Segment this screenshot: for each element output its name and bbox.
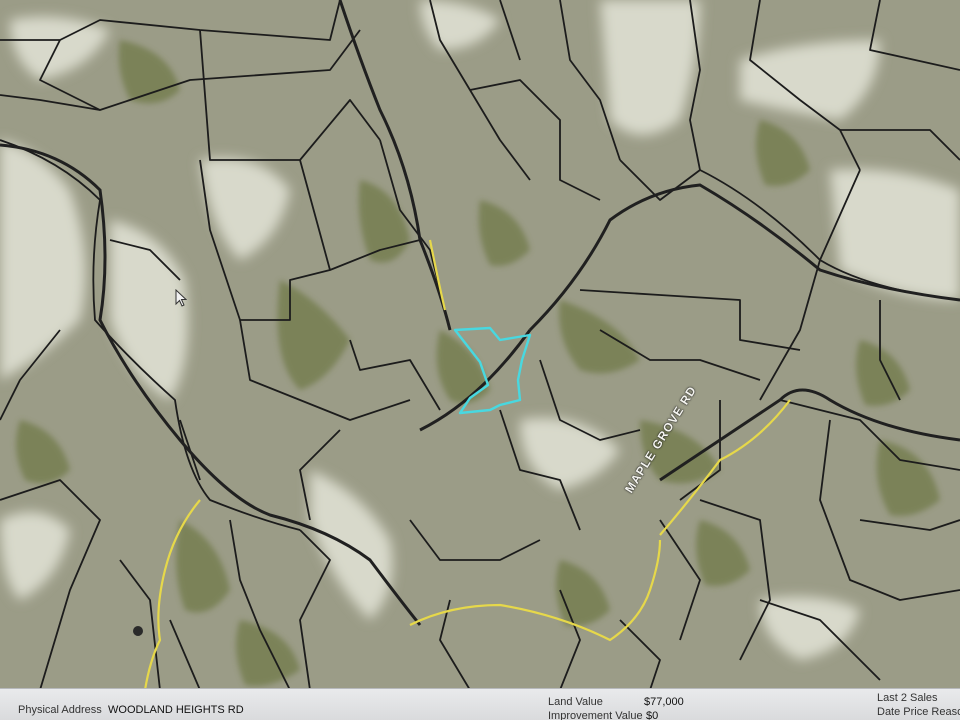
land-value-label: Land Value [548, 696, 603, 708]
marker-dot [133, 626, 143, 636]
land-value: $77,000 [644, 696, 684, 708]
improvement-value-label: Improvement Value [548, 710, 643, 720]
mouse-pointer-icon [175, 289, 187, 307]
property-info-bar: Physical Address WOODLAND HEIGHTS RD Lan… [0, 688, 960, 720]
last-sales-label: Last 2 Sales [877, 692, 938, 704]
address-value: WOODLAND HEIGHTS RD [108, 704, 244, 716]
aerial-parcel-map[interactable] [0, 0, 960, 690]
map-viewer[interactable]: MAPLE GROVE RD Physical Address WOODLAND… [0, 0, 960, 720]
sales-column-headers: Date Price Reaso [877, 706, 960, 718]
improvement-value: $0 [646, 710, 659, 720]
address-label: Physical Address [18, 704, 102, 716]
